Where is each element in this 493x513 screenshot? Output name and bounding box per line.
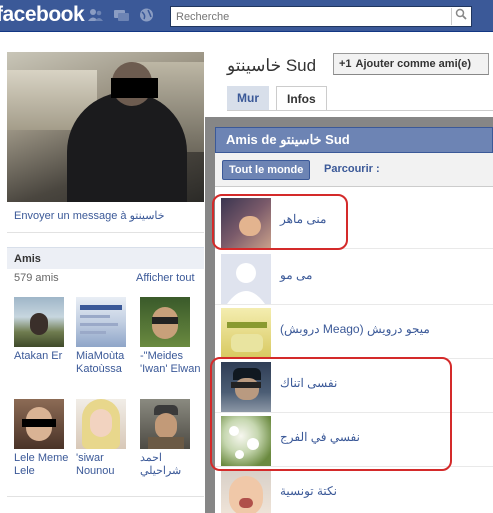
dialog-title: Amis de خاسينتو Sud <box>215 127 493 153</box>
highlight-circle <box>210 357 452 471</box>
friend-thumbnail[interactable] <box>14 399 64 449</box>
list-item[interactable]: نكتة تونسية <box>215 467 493 513</box>
friend-name[interactable]: Atakan Er <box>14 350 74 363</box>
add-friend-button[interactable]: +1 Ajouter comme ami(e) <box>333 53 489 75</box>
divider <box>7 232 204 233</box>
add-friend-icon: +1 <box>339 58 352 70</box>
friend-thumbnail[interactable] <box>140 399 190 449</box>
friend-thumbnail[interactable] <box>221 470 271 513</box>
list-item[interactable]: (دروبش Meago) ميجو درويش <box>215 305 493 359</box>
notifications-globe-icon[interactable] <box>138 7 155 23</box>
friend-name[interactable]: (دروبش Meago) ميجو درويش <box>280 322 430 336</box>
friend-requests-icon[interactable] <box>87 7 104 23</box>
search-magnifier-icon[interactable] <box>451 8 469 25</box>
friend-thumbnail[interactable] <box>76 297 126 347</box>
profile-picture[interactable] <box>7 52 204 202</box>
see-all-friends-link[interactable]: Afficher tout <box>136 272 195 284</box>
friend-thumbnail[interactable] <box>221 308 271 358</box>
friend-thumbnail[interactable] <box>14 297 64 347</box>
send-message-link[interactable]: Envoyer un message à خاسينتو <box>14 209 165 222</box>
friend-name[interactable]: احمد شراحيلي <box>140 452 202 478</box>
dialog-filter-bar: Tout le monde Parcourir : <box>215 153 493 187</box>
tab-underline <box>227 110 493 111</box>
tab-info[interactable]: Infos <box>276 86 327 111</box>
friend-thumbnail[interactable] <box>76 399 126 449</box>
friend-thumbnail[interactable] <box>140 297 190 347</box>
divider <box>7 496 204 497</box>
add-friend-label: Ajouter comme ami(e) <box>355 58 472 70</box>
top-bar: facebook <box>0 0 493 32</box>
messages-icon[interactable] <box>113 7 130 23</box>
friend-name[interactable]: 'siwar Nounou <box>76 452 136 478</box>
search-box <box>170 6 472 27</box>
friends-title: Amis <box>14 253 41 265</box>
filter-everyone-button[interactable]: Tout le monde <box>222 160 311 180</box>
friend-name[interactable]: نكتة تونسية <box>280 484 337 498</box>
facebook-logo[interactable]: facebook <box>0 3 85 27</box>
profile-name: خاسينتو Sud <box>227 56 317 75</box>
friends-box-header: Amis <box>7 247 204 269</box>
tab-wall[interactable]: Mur <box>227 86 269 111</box>
highlight-circle <box>212 194 348 250</box>
browse-dropdown[interactable]: Parcourir : <box>324 163 380 175</box>
default-avatar-icon[interactable] <box>221 254 271 304</box>
friends-count[interactable]: 579 amis <box>14 272 59 284</box>
friend-name[interactable]: Lele Meme Lele <box>14 452 74 478</box>
list-item[interactable]: مى مو <box>215 251 493 305</box>
friend-name[interactable]: مى مو <box>280 268 312 282</box>
search-input[interactable] <box>171 7 451 26</box>
censor-bar <box>111 78 158 98</box>
friend-name[interactable]: -"Meides 'Iwan' Elwan <box>140 350 202 376</box>
friend-name[interactable]: MiaMoùta Katoùssa <box>76 350 136 376</box>
